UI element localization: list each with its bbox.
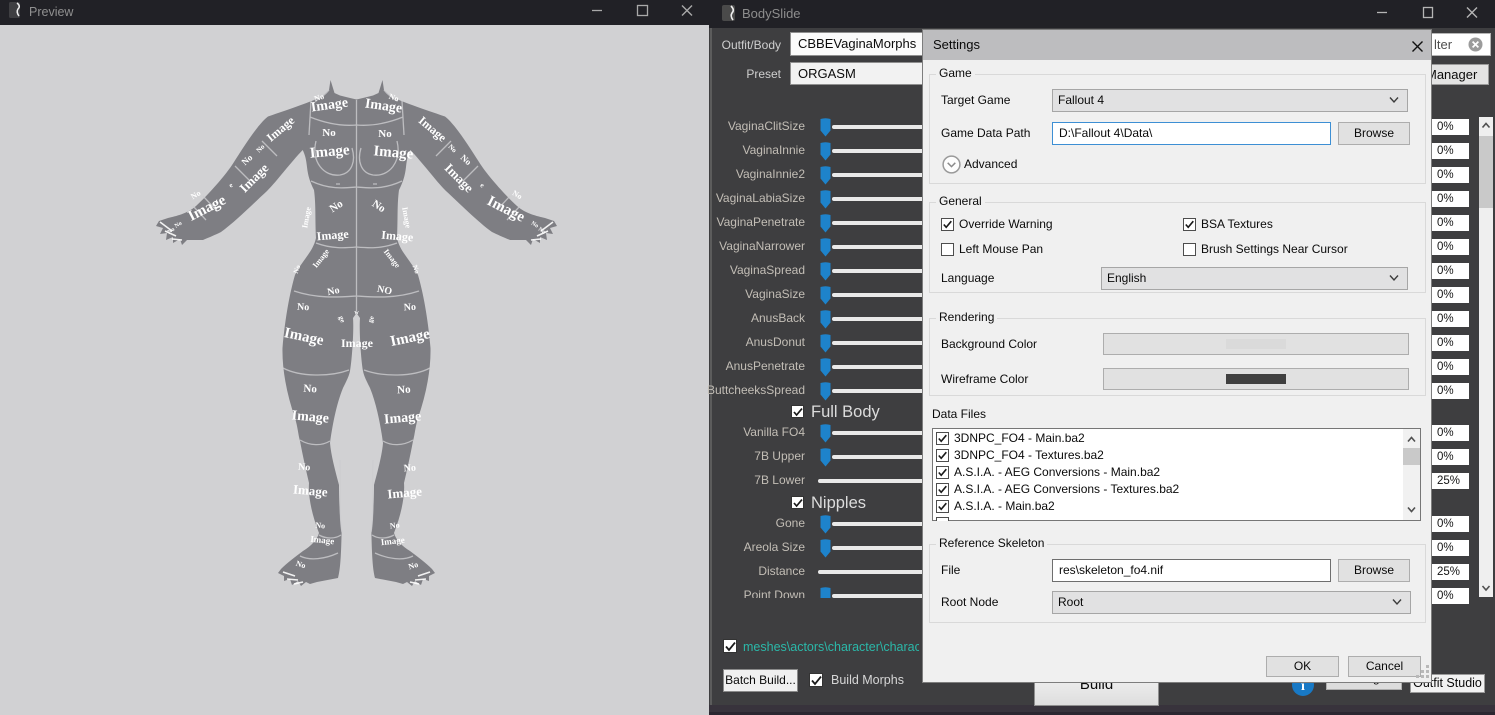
svg-text:No: No xyxy=(322,127,336,139)
svg-text:w: w xyxy=(354,310,359,316)
svg-text:No: No xyxy=(189,188,202,201)
svg-text:Image: Image xyxy=(316,227,350,244)
svg-text:No: No xyxy=(511,188,524,201)
svg-text:Image: Image xyxy=(300,206,313,229)
svg-text:No: No xyxy=(315,521,326,531)
svg-text:Image: Image xyxy=(400,206,413,229)
svg-text:Image: Image xyxy=(341,336,374,350)
svg-text:No: No xyxy=(297,302,310,314)
svg-text:No: No xyxy=(389,521,400,531)
svg-text:No: No xyxy=(378,128,392,140)
svg-text:No: No xyxy=(303,383,318,396)
svg-text:Image: Image xyxy=(387,484,423,502)
svg-text:No: No xyxy=(298,462,311,474)
svg-text:No: No xyxy=(403,463,416,475)
svg-text:No: No xyxy=(403,302,416,314)
svg-text:Image: Image xyxy=(381,228,415,245)
svg-text:Image: Image xyxy=(292,482,328,500)
svg-text:No: No xyxy=(397,384,412,397)
